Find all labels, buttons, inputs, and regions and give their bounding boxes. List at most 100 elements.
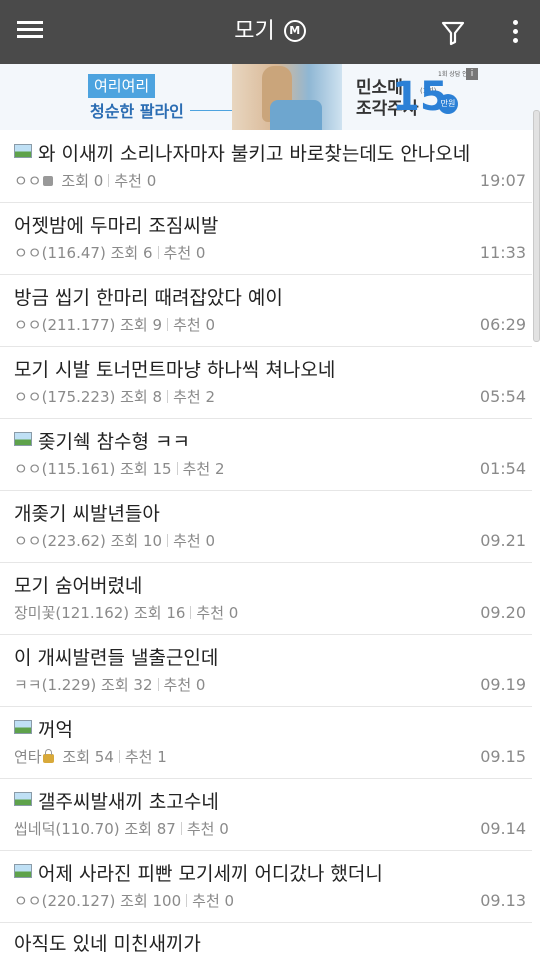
- post-row[interactable]: 꺼억 연타 조회 54 추천 1 09.15: [0, 707, 532, 779]
- views-count: 9: [152, 316, 163, 334]
- post-time: 09.19: [480, 675, 526, 694]
- post-title-line: 모기 숨어버렸네: [14, 573, 142, 599]
- views-label: 조회: [124, 820, 152, 838]
- likes-label: 추천: [173, 532, 201, 550]
- post-meta: ㅋㅋ(1.229) 조회 32 추천 0: [14, 675, 205, 695]
- post-title: 모기 숨어버렸네: [14, 575, 143, 597]
- likes-label: 추천: [173, 316, 201, 334]
- likes-count: 0: [224, 892, 235, 910]
- image-attachment-icon: [14, 432, 32, 446]
- image-attachment-icon: [14, 720, 32, 734]
- post-meta: ㅇㅇ(211.177) 조회 9 추천 0: [14, 315, 215, 335]
- post-author[interactable]: 씹네덕(110.70): [14, 820, 120, 838]
- meta-divider: [167, 390, 169, 403]
- post-title: 좆기쉑 참수형 ㅋㅋ: [38, 431, 190, 453]
- post-time: 11:33: [479, 243, 526, 262]
- post-title-line: 어제 사라진 피빤 모기세끼 어디갔나 했더니: [14, 861, 383, 887]
- likes-label: 추천: [186, 820, 215, 838]
- views-count: 100: [152, 892, 182, 910]
- post-meta: ㅇㅇ(115.161) 조회 15 추천 2: [14, 459, 225, 479]
- views-count: 10: [142, 532, 163, 550]
- image-attachment-icon: [14, 864, 32, 878]
- likes-count: 2: [205, 388, 215, 406]
- post-meta: 장미꽃(121.162) 조회 16 추천 0: [14, 603, 238, 623]
- post-title-line: 갤주씨발새끼 초고수네: [14, 789, 219, 815]
- post-author[interactable]: ㅇㅇ(175.223): [14, 388, 115, 406]
- post-author[interactable]: 연타: [14, 748, 42, 766]
- post-list: 와 이새끼 소리나자마자 불키고 바로찾는데도 안나오네 ㅇㅇ 조회 0 추천 01…: [0, 131, 532, 955]
- likes-label: 추천: [196, 604, 225, 622]
- image-attachment-icon: [14, 144, 32, 158]
- views-label: 조회: [110, 244, 139, 262]
- post-author[interactable]: 장미꽃(121.162): [14, 604, 129, 622]
- meta-divider: [186, 894, 188, 907]
- post-author[interactable]: ㅇㅇ(115.161): [14, 460, 115, 478]
- likes-count: 0: [146, 172, 157, 190]
- member-badge-icon: [42, 176, 53, 186]
- post-row[interactable]: 이 개씨발련들 낼출근인데 ㅋㅋ(1.229) 조회 32 추천 0 09.19: [0, 635, 532, 707]
- post-row[interactable]: 모기 시발 토너먼트마냥 하나씩 쳐나오네 ㅇㅇ(175.223) 조회 8 추천 …: [0, 347, 532, 419]
- post-author[interactable]: ㅇㅇ(223.62): [14, 532, 106, 550]
- likes-count: 0: [228, 604, 239, 622]
- ad-unit-circle: 만원: [438, 94, 458, 114]
- post-author[interactable]: ㅇㅇ(220.127): [14, 892, 115, 910]
- post-title-line: 개좆기 씨발년들아: [14, 501, 160, 527]
- post-title-line: 이 개씨발련들 낼출근인데: [14, 645, 218, 671]
- post-row[interactable]: 와 이새끼 소리나자마자 불키고 바로찾는데도 안나오네 ㅇㅇ 조회 0 추천 01…: [0, 131, 532, 203]
- post-time: 09.21: [480, 531, 526, 550]
- views-count: 87: [156, 820, 176, 838]
- meta-divider: [157, 678, 159, 691]
- post-author[interactable]: ㅇㅇ: [14, 172, 42, 190]
- meta-divider: [157, 246, 159, 259]
- views-label: 조회: [62, 748, 90, 766]
- post-row[interactable]: 방금 씹기 한마리 때려잡았다 예이 ㅇㅇ(211.177) 조회 9 추천 0 06…: [0, 275, 532, 347]
- post-meta: ㅇㅇ(223.62) 조회 10 추천 0: [14, 531, 215, 551]
- post-row[interactable]: 모기 숨어버렸네장미꽃(121.162) 조회 16 추천 0 09.20: [0, 563, 532, 635]
- likes-count: 0: [195, 244, 206, 262]
- ad-model-image: [232, 64, 342, 130]
- post-row[interactable]: 개좆기 씨발년들아 ㅇㅇ(223.62) 조회 10 추천 0 09.21: [0, 491, 532, 563]
- post-row[interactable]: 갤주씨발새끼 초고수네 씹네덕(110.70) 조회 87 추천 0 09.14: [0, 779, 532, 851]
- post-title-line: 꺼억: [14, 717, 73, 743]
- scrollbar[interactable]: [533, 110, 540, 342]
- ad-banner[interactable]: 여리여리 청순한 팔라인 민소매 조각주사 (1회) 15 만원 1회 상담 안…: [0, 64, 540, 130]
- meta-divider: [167, 318, 169, 331]
- meta-divider: [180, 822, 182, 835]
- post-meta: ㅇㅇ(220.127) 조회 100 추천 0: [14, 891, 234, 911]
- meta-divider: [167, 534, 169, 547]
- post-title: 어제 사라진 피빤 모기세끼 어디갔나 했더니: [38, 863, 383, 885]
- post-meta: ㅇㅇ 조회 0 추천 0: [14, 171, 156, 191]
- post-meta: ㅇㅇ(175.223) 조회 8 추천 2: [14, 387, 215, 407]
- ad-info-icon[interactable]: i: [466, 68, 478, 80]
- post-author[interactable]: ㅇㅇ(211.177): [14, 316, 115, 334]
- post-time: 09.20: [480, 603, 526, 622]
- post-row[interactable]: 아직도 있네 미친새끼가: [0, 923, 532, 955]
- post-author[interactable]: ㅇㅇ(116.47): [14, 244, 106, 262]
- views-label: 조회: [61, 172, 89, 190]
- post-title: 방금 씹기 한마리 때려잡았다 예이: [14, 287, 283, 309]
- post-row[interactable]: 어제 사라진 피빤 모기세끼 어디갔나 했더니 ㅇㅇ(220.127) 조회 10…: [0, 851, 532, 923]
- views-count: 8: [152, 388, 163, 406]
- views-count: 0: [93, 172, 104, 190]
- post-title: 어젯밤에 두마리 조짐씨발: [14, 215, 219, 237]
- ad-left-text: 청순한 팔라인: [90, 102, 184, 121]
- likes-label: 추천: [192, 892, 220, 910]
- post-time: 06:29: [479, 315, 526, 334]
- likes-count: 0: [205, 316, 215, 334]
- post-title: 아직도 있네 미친새끼가: [14, 933, 201, 955]
- post-row[interactable]: 어젯밤에 두마리 조짐씨발 ㅇㅇ(116.47) 조회 6 추천 0 11:33: [0, 203, 532, 275]
- views-label: 조회: [120, 316, 148, 334]
- views-count: 32: [133, 676, 153, 694]
- views-label: 조회: [120, 388, 148, 406]
- post-row[interactable]: 좆기쉑 참수형 ㅋㅋ ㅇㅇ(115.161) 조회 15 추천 2 01:54: [0, 419, 532, 491]
- lock-icon: [42, 749, 54, 763]
- more-vertical-icon[interactable]: [506, 20, 524, 48]
- views-label: 조회: [110, 532, 139, 550]
- views-label: 조회: [120, 460, 148, 478]
- post-title-line: 와 이새끼 소리나자마자 불키고 바로찾는데도 안나오네: [14, 141, 470, 167]
- meta-divider: [176, 462, 178, 475]
- filter-icon[interactable]: [440, 20, 466, 46]
- post-title-line: 좆기쉑 참수형 ㅋㅋ: [14, 429, 190, 455]
- post-title: 갤주씨발새끼 초고수네: [38, 791, 219, 813]
- post-author[interactable]: ㅋㅋ(1.229): [14, 676, 96, 694]
